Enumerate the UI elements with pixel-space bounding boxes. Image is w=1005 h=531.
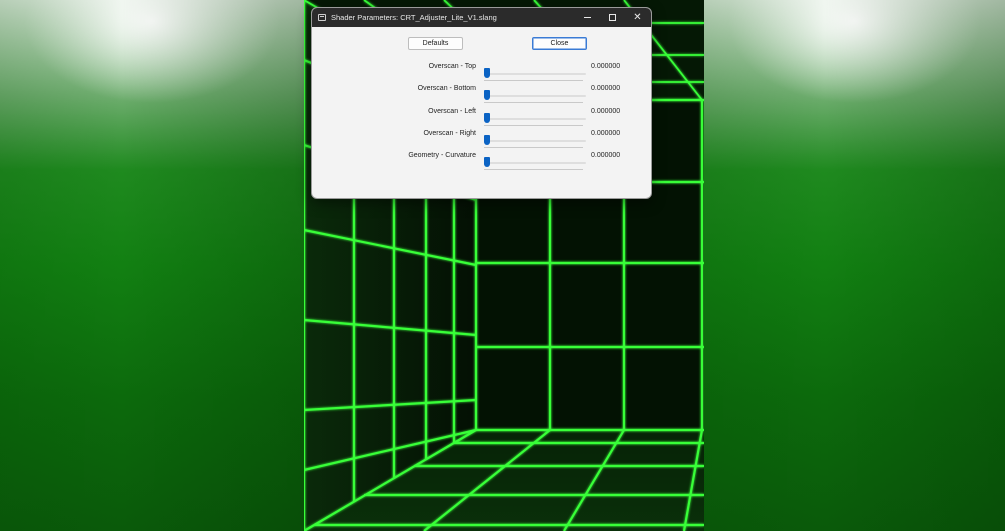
param-value: 0.000000 xyxy=(591,130,621,137)
window-app-icon xyxy=(318,14,326,21)
maximize-icon[interactable] xyxy=(600,8,625,27)
param-slider[interactable] xyxy=(484,68,586,78)
slider-thumb[interactable] xyxy=(484,68,490,78)
dialog-title: Shader Parameters: CRT_Adjuster_Lite_V1.… xyxy=(331,13,497,22)
defaults-button[interactable]: Defaults xyxy=(408,37,463,50)
slider-thumb[interactable] xyxy=(484,157,490,167)
param-label: Overscan - Right xyxy=(423,130,476,137)
param-value: 0.000000 xyxy=(591,108,621,115)
slider-tick-line xyxy=(484,169,583,170)
param-label: Overscan - Top xyxy=(428,63,476,70)
param-label: Overscan - Left xyxy=(428,108,476,115)
slider-tick-line xyxy=(484,102,583,103)
slider-thumb[interactable] xyxy=(484,135,490,145)
param-value: 0.000000 xyxy=(591,152,621,159)
minimize-icon[interactable] xyxy=(575,8,600,27)
blurred-background-left xyxy=(0,0,304,531)
param-slider[interactable] xyxy=(484,113,586,123)
slider-thumb[interactable] xyxy=(484,113,490,123)
slider-tick-line xyxy=(484,80,583,81)
slider-tick-line xyxy=(484,147,583,148)
param-value: 0.000000 xyxy=(591,63,621,70)
param-label: Overscan - Bottom xyxy=(417,85,476,92)
slider-thumb[interactable] xyxy=(484,90,490,100)
dialog-titlebar[interactable]: Shader Parameters: CRT_Adjuster_Lite_V1.… xyxy=(312,8,651,27)
param-slider[interactable] xyxy=(484,135,586,145)
slider-tick-line xyxy=(484,125,583,126)
shader-parameters-dialog: Shader Parameters: CRT_Adjuster_Lite_V1.… xyxy=(311,7,652,199)
blurred-background-right xyxy=(704,0,1005,531)
close-button[interactable]: Close xyxy=(532,37,587,50)
param-value: 0.000000 xyxy=(591,85,621,92)
param-label: Geometry - Curvature xyxy=(408,152,476,159)
close-icon[interactable]: ✕ xyxy=(625,8,650,27)
param-slider[interactable] xyxy=(484,157,586,167)
param-slider[interactable] xyxy=(484,90,586,100)
